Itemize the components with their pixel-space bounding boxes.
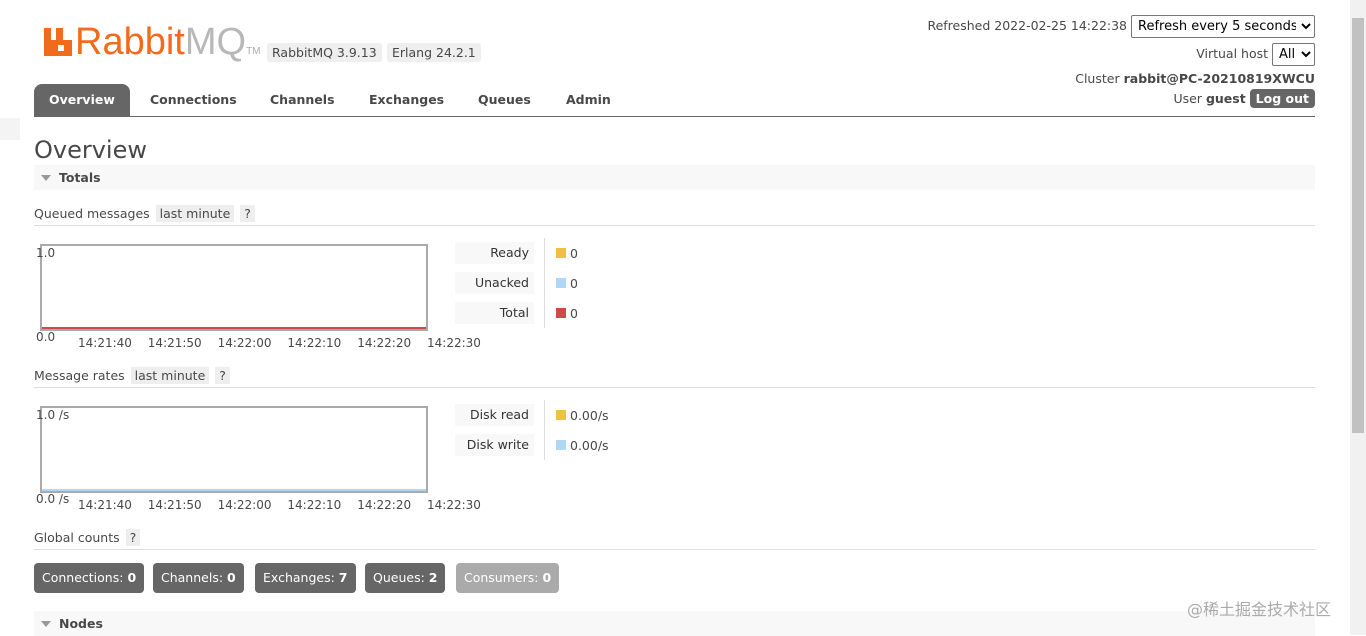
x-tick-label: 14:21:40 xyxy=(78,498,132,512)
count-label: Exchanges: xyxy=(263,570,335,585)
legend-label: Disk read xyxy=(455,404,534,426)
x-tick-label: 14:22:20 xyxy=(357,498,412,512)
count-exchanges-button[interactable]: Exchanges: 7 xyxy=(255,563,356,593)
x-tick-label: 14:21:50 xyxy=(147,498,202,512)
count-value: 0 xyxy=(542,570,552,585)
count-value: 2 xyxy=(428,570,438,585)
nodes-section-header[interactable]: Nodes xyxy=(34,611,1315,636)
x-tick-label: 14:22:00 xyxy=(217,336,272,350)
legend-label: Ready xyxy=(455,242,534,264)
y-min-label: 0.0 xyxy=(36,330,56,344)
count-connections-button[interactable]: Connections: 0 xyxy=(34,563,145,593)
legend-value: 0.00/s xyxy=(570,408,609,423)
count-value: 0 xyxy=(127,570,137,585)
count-label: Consumers: xyxy=(464,570,539,585)
main-tabs: Overview Connections Channels Exchanges … xyxy=(34,84,1315,117)
tab-overview[interactable]: Overview xyxy=(34,84,130,116)
erlang-version: Erlang 24.2.1 xyxy=(387,43,481,62)
y-min-label: 0.0 /s xyxy=(36,492,70,506)
legend-label: Disk write xyxy=(455,434,534,456)
global-counts-header: Global counts ? xyxy=(34,529,1315,550)
count-channels-button[interactable]: Channels: 0 xyxy=(153,563,244,593)
x-tick-label: 14:22:10 xyxy=(287,498,342,512)
count-value: 7 xyxy=(338,570,348,585)
help-button[interactable]: ? xyxy=(125,529,141,546)
queued-messages-header: Queued messages last minute ? xyxy=(34,205,1315,226)
x-tick-label: 14:22:30 xyxy=(427,498,481,512)
message-rates-header: Message rates last minute ? xyxy=(34,367,1315,388)
rabbitmq-logo: RabbitMQTM xyxy=(44,22,261,72)
side-toggle[interactable] xyxy=(0,118,20,140)
legend-value: 0.00/s xyxy=(570,438,609,453)
legend-swatch-icon xyxy=(556,440,566,450)
disk-write-series-line xyxy=(42,489,426,491)
tab-queues[interactable]: Queues xyxy=(463,84,546,116)
legend-divider xyxy=(544,400,545,460)
legend-swatch-icon xyxy=(556,410,566,420)
vhost-select[interactable]: All xyxy=(1272,43,1315,66)
count-label: Queues: xyxy=(373,570,425,585)
message-rates-chart xyxy=(40,406,428,493)
x-tick-label: 14:22:10 xyxy=(287,336,342,350)
collapse-triangle-icon xyxy=(41,175,51,181)
y-max-label: 1.0 xyxy=(36,246,56,260)
legend-swatch-icon xyxy=(556,248,566,258)
legend-value: 0 xyxy=(570,276,578,291)
page-title: Overview xyxy=(34,136,147,164)
legend-label: Total xyxy=(455,302,534,324)
count-label: Connections: xyxy=(42,570,124,585)
help-button[interactable]: ? xyxy=(240,205,255,222)
watermark: @稀土掘金技术社区 xyxy=(1187,600,1332,619)
rabbitmq-version: RabbitMQ 3.9.13 xyxy=(267,43,382,62)
count-queues-button[interactable]: Queues: 2 xyxy=(365,563,446,593)
count-consumers-button[interactable]: Consumers: 0 xyxy=(456,563,560,593)
range-select[interactable]: last minute xyxy=(130,367,210,384)
count-value: 0 xyxy=(227,570,236,585)
refreshed-time: Refreshed 2022-02-25 14:22:38 xyxy=(927,18,1128,33)
count-label: Channels: xyxy=(161,570,224,585)
collapse-triangle-icon xyxy=(41,621,51,627)
refresh-interval-select[interactable]: Refresh every 5 seconds xyxy=(1131,15,1315,38)
legend-divider xyxy=(544,238,545,328)
x-tick-label: 14:22:20 xyxy=(357,336,412,350)
rabbit-logo-icon xyxy=(44,28,72,56)
legend-label: Unacked xyxy=(455,272,534,294)
help-button[interactable]: ? xyxy=(215,367,230,384)
legend-swatch-icon xyxy=(556,308,566,318)
tab-channels[interactable]: Channels xyxy=(255,84,350,116)
y-max-label: 1.0 /s xyxy=(36,408,70,422)
legend-value: 0 xyxy=(570,246,578,261)
tab-admin[interactable]: Admin xyxy=(551,84,626,116)
x-tick-label: 14:22:00 xyxy=(217,498,272,512)
range-select[interactable]: last minute xyxy=(155,205,235,222)
x-tick-label: 14:21:40 xyxy=(78,336,132,350)
tab-exchanges[interactable]: Exchanges xyxy=(354,84,459,116)
legend-value: 0 xyxy=(570,306,578,321)
totals-section-header[interactable]: Totals xyxy=(34,165,1315,190)
x-tick-label: 14:22:30 xyxy=(427,336,481,350)
x-tick-label: 14:21:50 xyxy=(147,336,202,350)
queued-messages-chart xyxy=(40,244,428,331)
legend-swatch-icon xyxy=(556,278,566,288)
tab-connections[interactable]: Connections xyxy=(135,84,252,116)
scrollbar-thumb[interactable] xyxy=(1352,18,1364,433)
total-series-line xyxy=(42,327,426,329)
vhost-label: Virtual host xyxy=(1196,46,1269,61)
